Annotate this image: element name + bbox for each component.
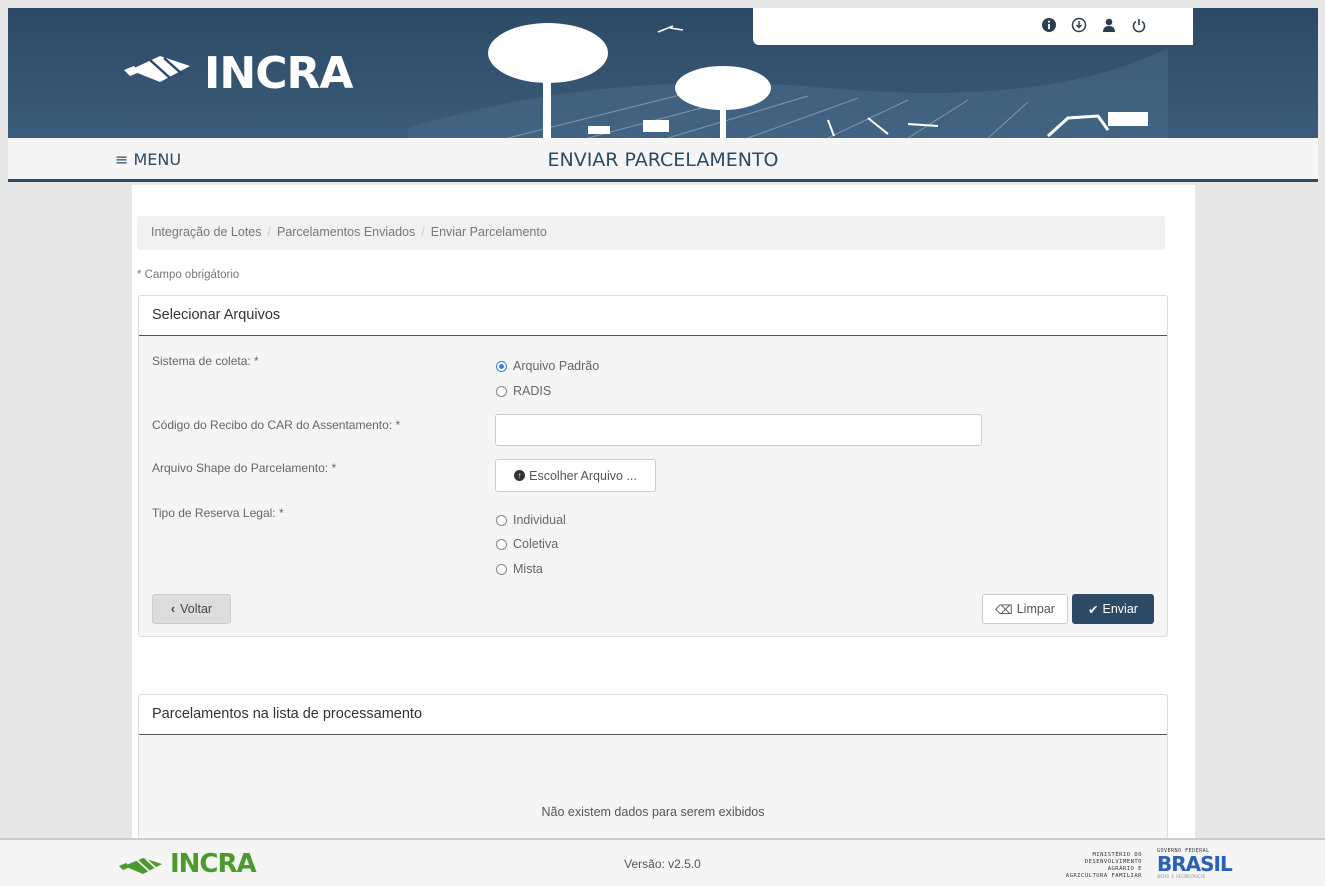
eraser-icon: ⌫	[995, 602, 1013, 617]
required-field-note: * Campo obrigátorio	[137, 269, 240, 281]
arquivo-shape-label: Arquivo Shape do Parcelamento: *	[152, 461, 337, 475]
ministry-logo: MINISTÉRIO DO DESENVOLVIMENTO AGRÁRIO E …	[1042, 852, 1142, 880]
radio-label: Individual	[513, 513, 566, 527]
footer: INCRA Versão: v2.5.0 MINISTÉRIO DO DESEN…	[0, 838, 1325, 886]
radio-mista[interactable]: Mista	[496, 562, 543, 576]
breadcrumb-item-integracao[interactable]: Integração de Lotes	[151, 225, 262, 239]
radio-unselected-icon	[496, 514, 507, 526]
header-icon-group	[1038, 14, 1150, 36]
gov-main: BRASIL	[1157, 852, 1233, 876]
gov-brasil-logo: GOVERNO FEDERAL BRASIL UNIÃO E RECONSTRU…	[1157, 848, 1233, 879]
radio-arquivo-padrao[interactable]: Arquivo Padrão	[496, 359, 599, 373]
select-files-panel: Selecionar Arquivos Sistema de coleta: *…	[138, 295, 1168, 637]
incra-logo-icon	[124, 56, 190, 82]
panel-title: Parcelamentos na lista de processamento	[139, 695, 1167, 735]
processing-list-panel: Parcelamentos na lista de processamento …	[138, 694, 1168, 844]
codigo-recibo-input[interactable]	[495, 414, 982, 446]
ministry-line: AGRICULTURA FAMILIAR	[1065, 873, 1142, 879]
breadcrumb: Integração de Lotes / Parcelamentos Enviad…	[137, 216, 1165, 250]
back-button-label: Voltar	[180, 602, 213, 616]
codigo-recibo-label: Código do Recibo do CAR do Assentamento:…	[152, 418, 401, 432]
panel-title: Selecionar Arquivos	[139, 296, 1167, 336]
radio-label: RADIS	[513, 384, 552, 398]
upload-icon: ↑	[514, 470, 526, 481]
choose-file-button[interactable]: ↑ Escolher Arquivo ...	[495, 459, 656, 492]
ministry-line: AGRÁRIO E	[1107, 866, 1142, 872]
title-bar: ≡ MENU ENVIAR PARCELAMENTO	[8, 138, 1318, 182]
brand-logo-text: INCRA	[204, 48, 353, 99]
empty-state-message: Não existem dados para serem exibidos	[541, 805, 765, 819]
ministry-line: MINISTÉRIO DO	[1092, 852, 1142, 858]
check-icon: ✔	[1088, 602, 1099, 617]
tipo-reserva-label: Tipo de Reserva Legal: *	[152, 506, 284, 520]
breadcrumb-separator: /	[267, 225, 271, 239]
radio-label: Mista	[513, 562, 543, 576]
page-title: ENVIAR PARCELAMENTO	[547, 149, 779, 171]
radio-radis[interactable]: RADIS	[496, 384, 551, 398]
breadcrumb-separator: /	[421, 225, 425, 239]
radio-coletiva[interactable]: Coletiva	[496, 537, 558, 551]
send-button-label: Enviar	[1102, 602, 1138, 616]
choose-file-label: Escolher Arquivo ...	[529, 468, 637, 483]
radio-selected-icon	[496, 360, 507, 372]
breadcrumb-item-current: Enviar Parcelamento	[430, 225, 547, 239]
main-content: Integração de Lotes / Parcelamentos Enviad…	[132, 185, 1195, 844]
radio-label: Coletiva	[513, 537, 559, 551]
clear-button[interactable]: ⌫ Limpar	[982, 594, 1068, 624]
download-icon[interactable]	[1068, 14, 1090, 36]
radio-unselected-icon	[496, 563, 507, 575]
radio-label: Arquivo Padrão	[513, 359, 600, 373]
user-icon[interactable]	[1098, 14, 1120, 36]
sistema-coleta-label: Sistema de coleta: *	[152, 354, 259, 368]
power-icon[interactable]	[1128, 14, 1150, 36]
breadcrumb-item-parcelamentos[interactable]: Parcelamentos Enviados	[277, 225, 415, 239]
info-icon[interactable]	[1038, 14, 1060, 36]
chevron-left-icon: ‹	[170, 602, 176, 616]
radio-individual[interactable]: Individual	[496, 513, 566, 527]
radio-unselected-icon	[496, 385, 507, 397]
ministry-line: DESENVOLVIMENTO	[1084, 859, 1142, 865]
clear-button-label: Limpar	[1016, 602, 1055, 616]
send-button[interactable]: ✔ Enviar	[1072, 594, 1154, 624]
back-button[interactable]: ‹ Voltar	[152, 594, 231, 624]
radio-unselected-icon	[496, 538, 507, 550]
header-banner: INCRA	[8, 8, 1318, 138]
